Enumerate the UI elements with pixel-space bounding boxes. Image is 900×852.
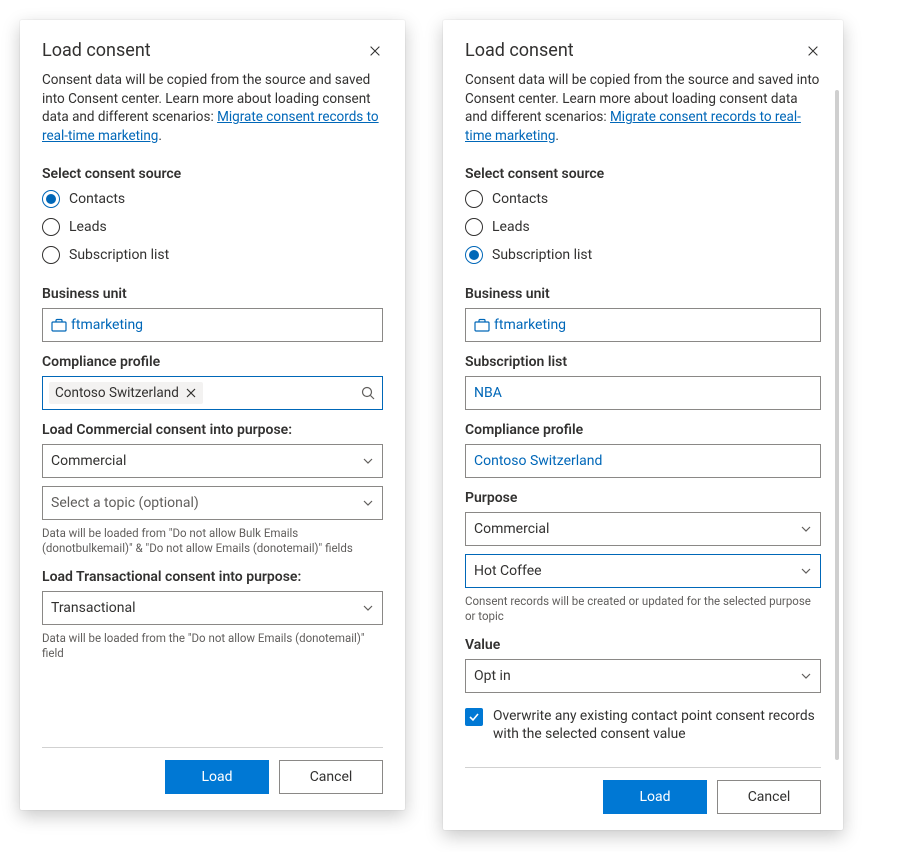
overwrite-checkbox-row[interactable]: Overwrite any existing contact point con…	[465, 707, 821, 744]
business-unit-label: Business unit	[465, 286, 821, 302]
subscription-list-label: Subscription list	[465, 354, 821, 370]
compliance-profile-field[interactable]: Contoso Switzerland	[465, 444, 821, 478]
radio-icon	[465, 246, 483, 264]
select-value: Commercial	[474, 521, 549, 537]
commercial-topic-select[interactable]: Select a topic (optional)	[42, 486, 383, 520]
chevron-down-icon	[800, 670, 812, 682]
radio-label: Leads	[69, 219, 107, 235]
load-button[interactable]: Load	[603, 780, 707, 814]
dialog-footer: Load Cancel	[42, 747, 383, 794]
close-button[interactable]	[805, 43, 821, 59]
select-value: Transactional	[51, 600, 136, 616]
profile-tag-text: Contoso Switzerland	[55, 385, 179, 401]
commercial-purpose-select[interactable]: Commercial	[42, 444, 383, 478]
compliance-profile-lookup[interactable]: Contoso Switzerland	[42, 376, 383, 410]
radio-label: Subscription list	[69, 247, 169, 263]
overwrite-checkbox[interactable]	[465, 708, 483, 726]
radio-contacts[interactable]: Contacts	[42, 190, 383, 208]
transactional-hint: Data will be loaded from the "Do not all…	[42, 631, 383, 662]
close-icon	[185, 387, 197, 399]
dialog-footer: Load Cancel	[465, 767, 821, 814]
cancel-button[interactable]: Cancel	[717, 780, 821, 814]
panel-load-consent-contacts: Load consent Consent data will be copied…	[20, 20, 405, 810]
purpose-label: Purpose	[465, 490, 821, 506]
commercial-hint: Data will be loaded from "Do not allow B…	[42, 526, 383, 557]
select-value: Hot Coffee	[474, 563, 542, 579]
scrollbar[interactable]	[835, 90, 839, 760]
subscription-list-field[interactable]: NBA	[465, 376, 821, 410]
select-value: Commercial	[51, 453, 126, 469]
radio-icon	[42, 218, 60, 236]
checkmark-icon	[468, 711, 480, 723]
intro-post: .	[555, 128, 559, 144]
topic-select[interactable]: Hot Coffee	[465, 554, 821, 588]
compliance-profile-value: Contoso Switzerland	[474, 453, 602, 469]
purpose-select[interactable]: Commercial	[465, 512, 821, 546]
radio-icon	[465, 218, 483, 236]
dialog-title: Load consent	[465, 40, 574, 61]
subscription-list-value: NBA	[474, 385, 502, 401]
radio-icon	[42, 190, 60, 208]
transactional-heading: Load Transactional consent into purpose:	[42, 569, 383, 585]
source-radio-group: Contacts Leads Subscription list	[42, 190, 383, 264]
chevron-down-icon	[800, 565, 812, 577]
intro-text: Consent data will be copied from the sou…	[465, 71, 821, 146]
chevron-down-icon	[800, 523, 812, 535]
chevron-down-icon	[362, 497, 374, 509]
chevron-down-icon	[362, 455, 374, 467]
radio-label: Leads	[492, 219, 530, 235]
radio-contacts[interactable]: Contacts	[465, 190, 821, 208]
business-unit-value: ftmarketing	[494, 317, 566, 333]
briefcase-icon	[51, 318, 67, 332]
compliance-profile-label: Compliance profile	[42, 354, 383, 370]
select-value: Opt in	[474, 668, 511, 684]
value-label: Value	[465, 637, 821, 653]
search-button[interactable]	[360, 385, 376, 401]
purpose-hint: Consent records will be created or updat…	[465, 594, 821, 625]
load-button[interactable]: Load	[165, 760, 269, 794]
business-unit-field[interactable]: ftmarketing	[42, 308, 383, 342]
radio-icon	[465, 190, 483, 208]
search-icon	[360, 385, 376, 401]
close-icon	[806, 44, 820, 58]
radio-leads[interactable]: Leads	[42, 218, 383, 236]
business-unit-field[interactable]: ftmarketing	[465, 308, 821, 342]
radio-subscription-list[interactable]: Subscription list	[465, 246, 821, 264]
value-select[interactable]: Opt in	[465, 659, 821, 693]
commercial-heading: Load Commercial consent into purpose:	[42, 422, 383, 438]
radio-label: Contacts	[492, 191, 548, 207]
compliance-profile-label: Compliance profile	[465, 422, 821, 438]
radio-subscription-list[interactable]: Subscription list	[42, 246, 383, 264]
dialog-header: Load consent	[42, 40, 383, 61]
close-icon	[368, 44, 382, 58]
source-radio-group: Contacts Leads Subscription list	[465, 190, 821, 264]
cancel-button[interactable]: Cancel	[279, 760, 383, 794]
chevron-down-icon	[362, 602, 374, 614]
source-heading: Select consent source	[465, 166, 821, 182]
intro-post: .	[158, 128, 162, 144]
business-unit-label: Business unit	[42, 286, 383, 302]
remove-tag-button[interactable]	[185, 387, 197, 399]
panel-load-consent-sublist: Load consent Consent data will be copied…	[443, 20, 843, 830]
close-button[interactable]	[367, 43, 383, 59]
radio-label: Subscription list	[492, 247, 592, 263]
dialog-title: Load consent	[42, 40, 151, 61]
overwrite-label: Overwrite any existing contact point con…	[493, 707, 821, 744]
transactional-purpose-select[interactable]: Transactional	[42, 591, 383, 625]
selected-profile-tag: Contoso Switzerland	[49, 382, 203, 404]
source-heading: Select consent source	[42, 166, 383, 182]
radio-icon	[42, 246, 60, 264]
dialog-header: Load consent	[465, 40, 821, 61]
briefcase-icon	[474, 318, 490, 332]
business-unit-value: ftmarketing	[71, 317, 143, 333]
radio-leads[interactable]: Leads	[465, 218, 821, 236]
select-placeholder: Select a topic (optional)	[51, 495, 199, 511]
intro-text: Consent data will be copied from the sou…	[42, 71, 383, 146]
radio-label: Contacts	[69, 191, 125, 207]
